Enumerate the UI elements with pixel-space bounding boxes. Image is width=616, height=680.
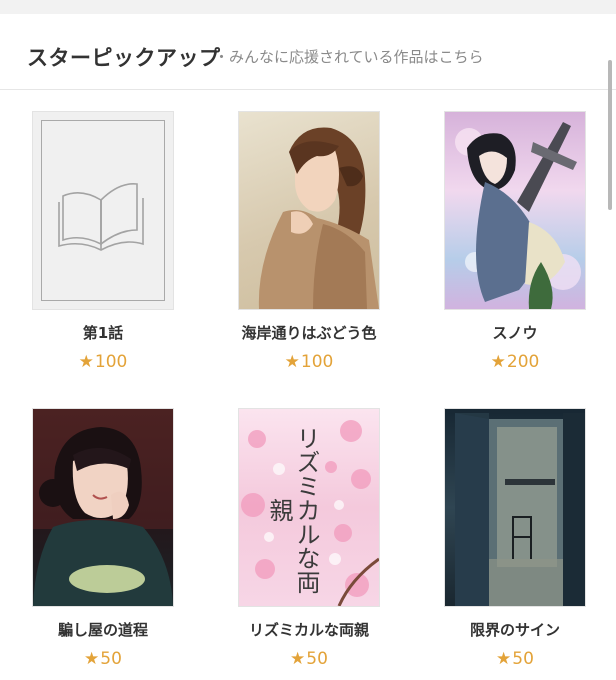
portrait-illustration	[258, 127, 379, 309]
top-band	[0, 0, 616, 14]
portrait-illustration	[33, 409, 173, 606]
star-icon: ★	[290, 649, 306, 669]
star-count: ★100	[8, 352, 198, 372]
cover-title-text: リズミカルな両親	[265, 426, 320, 594]
work-cover[interactable]	[239, 112, 379, 309]
work-cover[interactable]	[445, 112, 585, 309]
work-card[interactable]: リズミカルな両親 リズミカルな両親 ★50	[214, 387, 394, 677]
work-title[interactable]: 第1話	[8, 322, 198, 343]
section-subtitle: ・みんなに応援されている作品はこちら	[214, 48, 484, 66]
star-icon: ★	[84, 649, 100, 669]
work-card[interactable]: 限界のサイン ★50	[420, 387, 600, 677]
work-title[interactable]: リズミカルな両親	[214, 619, 404, 640]
star-count: ★100	[214, 352, 404, 372]
star-icon: ★	[78, 352, 94, 372]
star-count: ★50	[214, 649, 404, 669]
star-count: ★50	[420, 649, 610, 669]
star-value: 50	[306, 649, 328, 669]
star-value: 200	[506, 352, 540, 372]
star-icon: ★	[284, 352, 300, 372]
star-count: ★200	[420, 352, 610, 372]
star-icon: ★	[490, 352, 506, 372]
work-cover[interactable]	[33, 112, 173, 309]
work-cover[interactable]	[33, 409, 173, 606]
work-card[interactable]: 海岸通りはぶどう色 ★100	[214, 90, 394, 380]
star-value: 50	[100, 649, 122, 669]
section-title: スターピックアップ	[27, 46, 221, 70]
star-value: 100	[300, 352, 334, 372]
book-icon	[58, 183, 144, 251]
section-header: スターピックアップ ・みんなに応援されている作品はこちら	[0, 14, 616, 90]
work-cover[interactable]	[445, 409, 585, 606]
work-grid: 第1話 ★100 海岸通りはぶどう色 ★100 スノウ ★200 騙し屋の道程 …	[0, 90, 616, 680]
work-card[interactable]: 第1話 ★100	[8, 90, 188, 380]
work-card[interactable]: スノウ ★200	[420, 90, 600, 380]
work-cover[interactable]: リズミカルな両親	[239, 409, 379, 606]
work-title[interactable]: スノウ	[420, 322, 610, 343]
fantasy-illustration	[455, 122, 581, 309]
work-title[interactable]: 海岸通りはぶどう色	[214, 322, 404, 343]
work-title[interactable]: 限界のサイン	[420, 619, 610, 640]
star-value: 50	[512, 649, 534, 669]
work-title[interactable]: 騙し屋の道程	[8, 619, 198, 640]
star-count: ★50	[8, 649, 198, 669]
star-value: 100	[94, 352, 128, 372]
door-photo	[455, 413, 585, 606]
work-card[interactable]: 騙し屋の道程 ★50	[8, 387, 188, 677]
star-icon: ★	[496, 649, 512, 669]
